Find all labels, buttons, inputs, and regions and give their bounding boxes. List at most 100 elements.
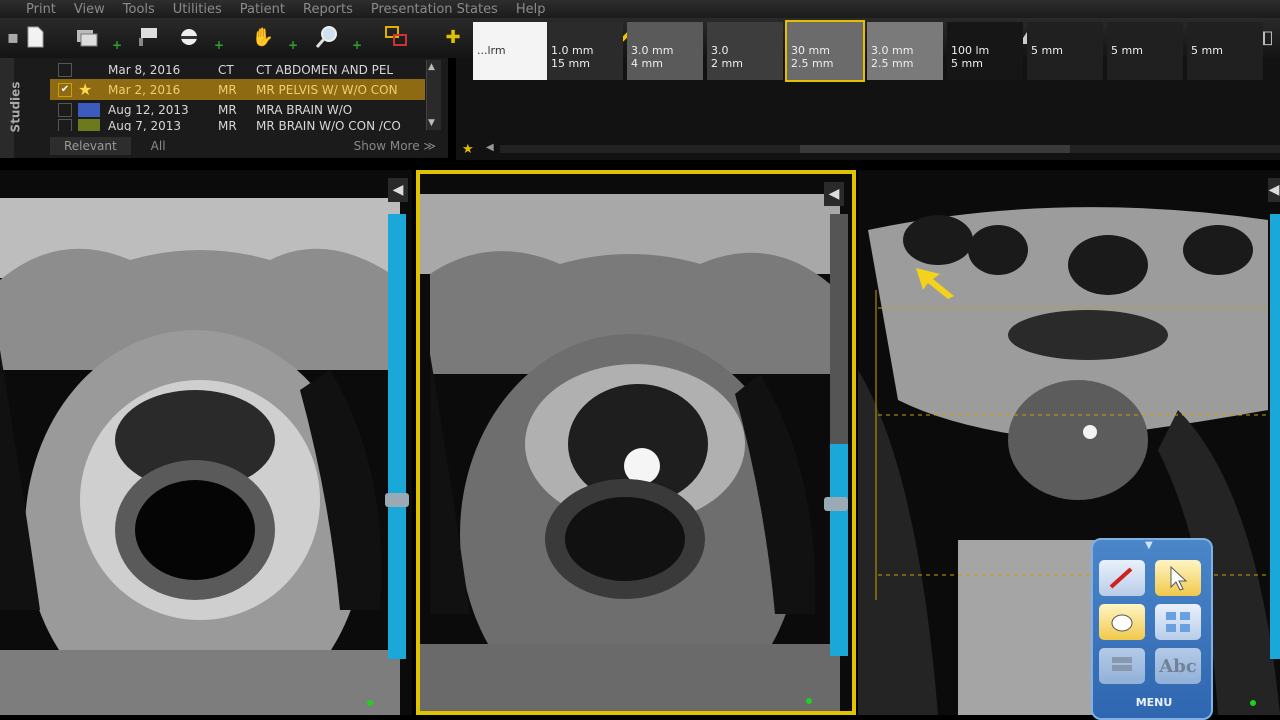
series-thumbnail-label: 5 mm (1191, 44, 1223, 57)
zoom-magnifier-icon[interactable] (314, 24, 340, 50)
dropdown-plus-icon[interactable]: + (214, 38, 224, 52)
viewport-left[interactable]: ◀ (0, 170, 412, 715)
palette-menu-button[interactable]: MENU (1103, 694, 1205, 712)
scroll-down-icon[interactable]: ▼ (428, 118, 435, 128)
series-thumbnail-label: 30 mm 2.5 mm (791, 44, 834, 70)
star-icon[interactable]: ★ (78, 81, 100, 97)
viewport-right[interactable]: ◀ (858, 170, 1280, 715)
star-icon[interactable]: ★ (462, 142, 474, 157)
study-description: MRA BRAIN W/O (256, 102, 353, 117)
select-pointer-icon[interactable] (1155, 560, 1201, 596)
series-thumbnail[interactable]: 3.0 mm 2.5 mm (867, 22, 943, 80)
menu-print[interactable]: Print (26, 2, 56, 17)
collapse-arrow-icon[interactable]: ◀ (1268, 178, 1280, 202)
studies-tab-label: Studies (8, 81, 23, 133)
new-document-icon[interactable] (22, 24, 48, 50)
study-color-tag (78, 63, 100, 77)
slice-scroll-handle[interactable] (824, 497, 848, 511)
floating-tool-palette: ▼ Abc MENU (1091, 538, 1213, 720)
collapse-arrow-icon[interactable]: ◀ (824, 182, 844, 206)
series-thumbnail-label: 1.0 mm 15 mm (551, 44, 594, 70)
all-filter-button[interactable]: All (151, 139, 166, 153)
text-annotation-button[interactable]: Abc (1155, 648, 1201, 684)
studies-scrollbar[interactable]: ▲ ▼ (426, 60, 441, 130)
mri-coronal-image (858, 170, 1280, 715)
series-thumbnail[interactable]: 5 mm (1107, 22, 1183, 80)
scrollbar-knob[interactable] (800, 145, 1070, 153)
study-date: Aug 7, 2013 (108, 119, 182, 131)
series-thumbnail-label: 5 mm (1111, 44, 1143, 57)
menu-patient[interactable]: Patient (240, 2, 285, 17)
region-zoom-icon[interactable] (384, 24, 410, 50)
stack-icon[interactable] (1099, 648, 1145, 684)
study-color-tag (78, 102, 100, 117)
series-thumbnail-label: 100 lm 5 mm (951, 44, 990, 70)
series-thumbnail[interactable]: ...lrm (473, 22, 549, 80)
study-color-tag (78, 119, 100, 131)
study-description: MR PELVIS W/ W/O CON (256, 82, 398, 97)
series-thumbnail[interactable]: 5 mm (1027, 22, 1103, 80)
menu-tools[interactable]: Tools (123, 2, 155, 17)
menu-utilities[interactable]: Utilities (173, 2, 222, 17)
series-thumbnail-label: ...lrm (477, 44, 506, 57)
viewport-center-active[interactable]: ◀ (416, 170, 856, 715)
collapse-arrow-icon[interactable]: ◀ (388, 178, 408, 202)
study-checkbox-checked[interactable]: ✔ (58, 82, 72, 97)
pan-hand-icon[interactable]: ✋ (250, 24, 276, 50)
study-row[interactable]: Aug 12, 2013 MR MRA BRAIN W/O (50, 99, 425, 120)
status-indicator (806, 698, 812, 704)
study-checkbox[interactable] (58, 102, 72, 117)
series-thumbnail[interactable]: 1.0 mm 15 mm (547, 22, 623, 80)
pen-annotation-icon[interactable] (1099, 560, 1145, 596)
series-thumbnail[interactable]: 5 mm (1187, 22, 1263, 80)
series-thumbnail-label: 3.0 mm 4 mm (631, 44, 674, 70)
contrast-icon[interactable] (176, 24, 202, 50)
crosshair-icon[interactable]: ✚ (440, 24, 466, 50)
slice-scrollbar[interactable] (830, 444, 848, 656)
scroll-left-icon[interactable]: ◀ (486, 142, 494, 153)
study-row[interactable]: Mar 8, 2016 CT CT ABDOMEN AND PEL (50, 59, 425, 80)
window-layout-icon[interactable] (74, 24, 100, 50)
studies-footer: Relevant All Show More ≫ (50, 136, 442, 156)
menu-presentation-states[interactable]: Presentation States (371, 2, 498, 17)
menu-reports[interactable]: Reports (303, 2, 353, 17)
series-thumbnail-label: 5 mm (1031, 44, 1063, 57)
menu-help[interactable]: Help (516, 2, 546, 17)
study-checkbox[interactable] (58, 62, 72, 77)
dropdown-plus-icon[interactable]: + (112, 38, 122, 52)
slice-scroll-handle[interactable] (385, 493, 409, 507)
study-date: Mar 2, 2016 (108, 82, 181, 97)
window-level-icon[interactable] (136, 24, 162, 50)
slice-scrollbar[interactable] (388, 214, 406, 659)
pointer-arrow-icon (914, 266, 958, 304)
show-more-button[interactable]: Show More ≫ (354, 139, 436, 153)
study-row[interactable]: Aug 7, 2013 MR MR BRAIN W/O CON /CO (50, 119, 425, 131)
palette-collapse-icon[interactable]: ▼ (1145, 540, 1153, 551)
series-thumbnail-label: 3.0 mm 2.5 mm (871, 44, 914, 70)
series-thumbnail[interactable]: 3.0 2 mm (707, 22, 783, 80)
scroll-up-icon[interactable]: ▲ (428, 62, 435, 72)
study-checkbox[interactable] (58, 119, 72, 131)
study-date: Mar 8, 2016 (108, 62, 181, 77)
dropdown-plus-icon[interactable]: + (288, 38, 298, 52)
series-thumbnail[interactable]: 30 mm 2.5 mm (785, 20, 865, 82)
study-modality: MR (218, 102, 237, 117)
series-thumbnail[interactable]: 100 lm 5 mm (947, 22, 1023, 80)
study-row-selected[interactable]: ✔ ★ Mar 2, 2016 MR MR PELVIS W/ W/O CON (50, 79, 425, 100)
thumbnail-scrollbar[interactable] (500, 145, 1280, 153)
study-modality: MR (218, 82, 237, 97)
menu-view[interactable]: View (74, 2, 105, 17)
studies-tab[interactable]: Studies (8, 60, 38, 156)
series-thumbnail[interactable]: 3.0 mm 4 mm (627, 22, 703, 80)
slice-scrollbar-track[interactable] (830, 214, 848, 444)
slice-scrollbar[interactable] (1270, 214, 1280, 659)
menu-bar: Print View Tools Utilities Patient Repor… (0, 0, 1280, 18)
layout-tiles-icon[interactable] (1155, 604, 1201, 640)
relevant-filter-button[interactable]: Relevant (50, 137, 131, 155)
status-indicator (1250, 700, 1256, 706)
mouse-mode-icon[interactable] (1099, 604, 1145, 640)
study-date: Aug 12, 2013 (108, 102, 189, 117)
dropdown-plus-icon[interactable]: + (352, 38, 362, 52)
study-description: MR BRAIN W/O CON /CO (256, 119, 401, 131)
mri-axial-t1-image (0, 170, 412, 715)
